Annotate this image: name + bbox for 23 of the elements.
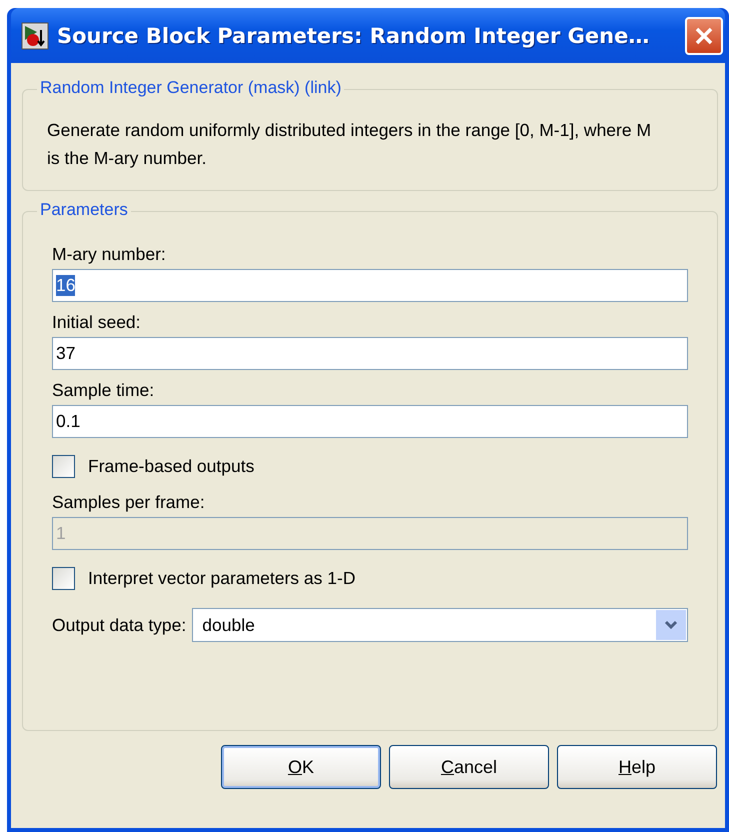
input-field[interactable]: 37 [52, 337, 688, 370]
checkbox-label: Frame-based outputs [88, 455, 254, 478]
input-field[interactable]: 16 [52, 269, 688, 302]
field-label: M-ary number: [52, 243, 167, 266]
close-icon [694, 26, 714, 46]
checkbox-label: Interpret vector parameters as 1-D [88, 567, 356, 590]
dropdown[interactable]: double [192, 608, 688, 642]
field-label: Samples per frame: [52, 491, 206, 514]
dialog-button[interactable]: OK [221, 745, 381, 789]
description-text: Generate random uniformly distributed integers in the range [0, M-1], where M is the M-ary number. [46, 119, 652, 170]
checkbox[interactable] [52, 566, 75, 590]
group-title: Random Integer Generator (mask) (link) [37, 78, 344, 98]
window-title: Source Block Parameters: Random Integer Gene… [57, 24, 650, 48]
close-button[interactable] [685, 16, 723, 54]
chevron-down-icon [656, 610, 686, 640]
input-field[interactable]: 0.1 [52, 405, 688, 438]
block-icon [21, 22, 49, 50]
field-label: Initial seed: [52, 311, 142, 334]
dialog-button[interactable]: Cancel [389, 745, 549, 789]
field-label: Sample time: [52, 379, 156, 402]
field-label: Output data type: [52, 614, 186, 637]
checkbox[interactable] [52, 454, 75, 478]
dialog-button[interactable]: Help [557, 745, 717, 789]
